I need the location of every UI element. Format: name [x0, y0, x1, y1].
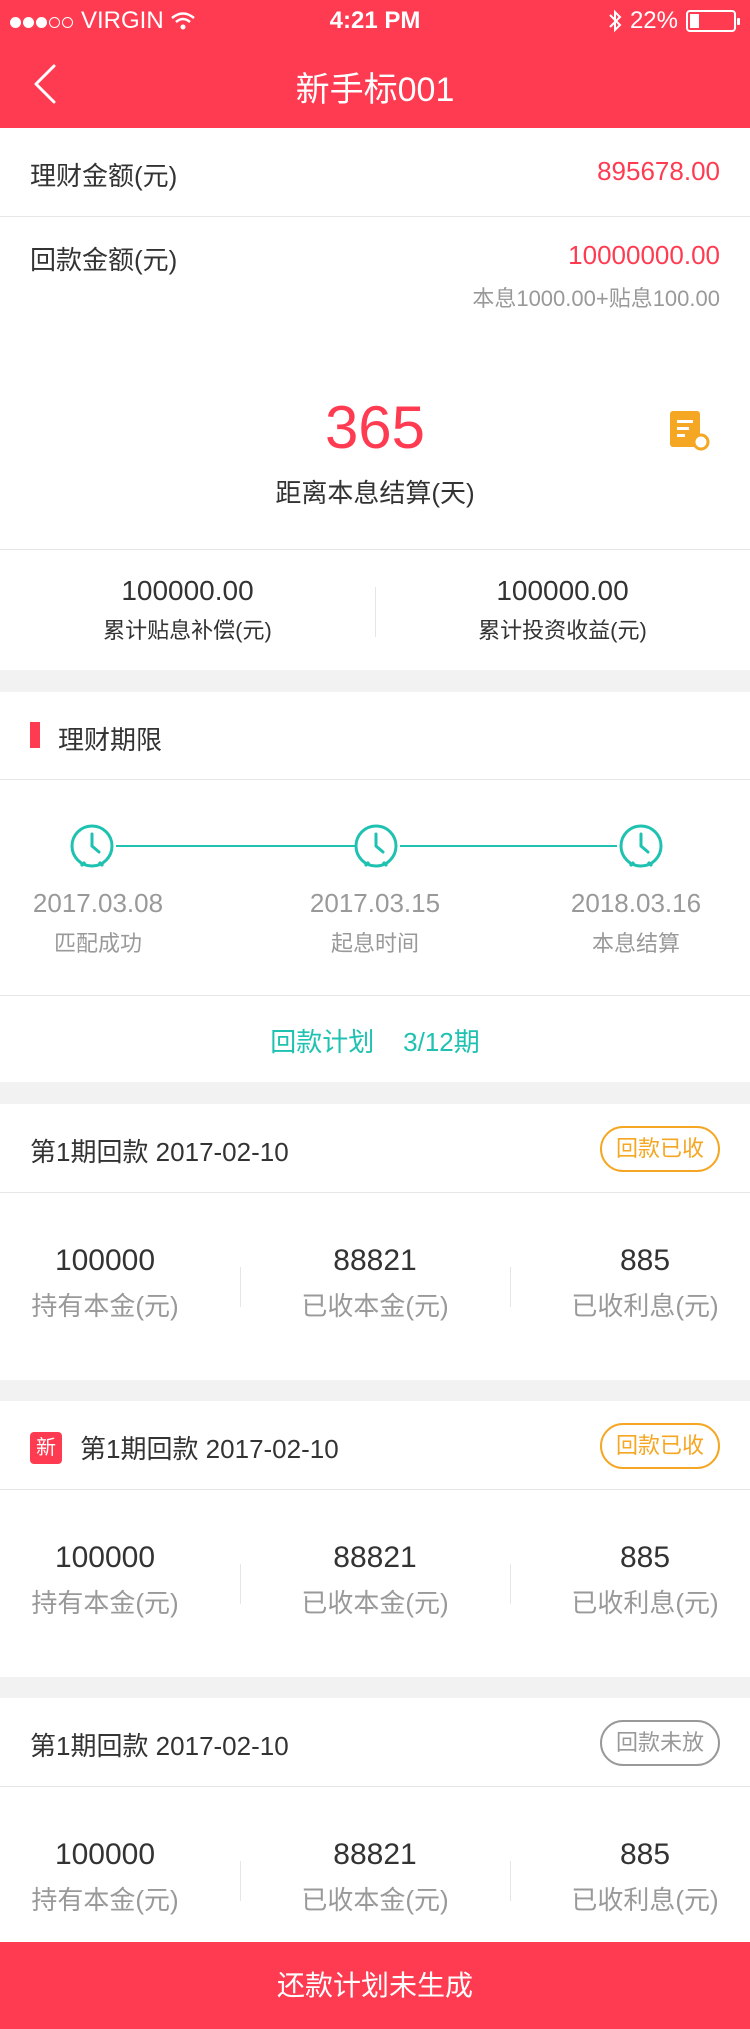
battery-percent: 22%: [629, 7, 678, 34]
repayment-card: 新 第1期回款 2017-02-10 回款已收 100000 持有本金(元) 8…: [0, 1401, 750, 1677]
principal-received-label: 已收本金(元): [301, 1291, 449, 1321]
step-label: 起息时间: [330, 931, 419, 956]
status-badge: 回款已收: [600, 1126, 720, 1172]
return-amount-label: 回款金额(元): [30, 245, 178, 275]
bluetooth-icon: [609, 9, 622, 33]
card-title-text: 第1期回款 2017-02-10: [80, 1434, 339, 1464]
term-section: 理财期限 2017.03.08 匹配成功 2017.03.15 起息时间 201…: [0, 692, 750, 1082]
divider: [0, 549, 750, 550]
card-title: 第1期回款 2017-02-10: [30, 1726, 289, 1763]
divider: [0, 995, 750, 996]
page-title: 新手标001: [295, 71, 455, 109]
battery-icon: [686, 10, 740, 32]
step-date: 2017.03.15: [309, 888, 441, 918]
top-bar: VIRGIN 4:21 PM 22% 新手标001: [0, 0, 750, 128]
step-date: 2018.03.16: [570, 888, 702, 918]
principal-received-value: 88821: [333, 1541, 417, 1574]
interest-received-label: 已收利息(元): [571, 1885, 719, 1915]
new-badge: 新: [30, 1431, 62, 1464]
divider: [0, 779, 750, 780]
card-title: 第1期回款 2017-02-10: [30, 1132, 289, 1169]
card-column: 88821 已收本金(元): [250, 1541, 500, 1620]
divider: [510, 1564, 511, 1604]
divider: [240, 1564, 241, 1604]
divider: [0, 1786, 750, 1787]
repayment-plan-link[interactable]: 回款计划 3/12期: [0, 1022, 750, 1059]
divider: [510, 1267, 511, 1307]
divider: [240, 1267, 241, 1307]
stat-compensation-value: 100000.00: [121, 575, 254, 606]
stat-compensation-label: 累计贴息补偿(元): [103, 618, 272, 643]
stat-earnings: 100000.00 累计投资收益(元): [375, 575, 750, 645]
stat-earnings-label: 累计投资收益(元): [478, 618, 647, 643]
repayment-plan-progress: 3/12期: [403, 1027, 480, 1057]
repayment-card: 第1期回款 2017-02-10 回款已收 100000 持有本金(元) 888…: [0, 1104, 750, 1380]
document-icon[interactable]: [668, 409, 710, 451]
clock-icon: [619, 824, 663, 868]
step-label: 匹配成功: [53, 931, 142, 956]
step-date: 2017.03.08: [32, 888, 164, 918]
interest-received-value: 885: [619, 1541, 671, 1574]
divider: [0, 216, 750, 217]
card-column: 88821 已收本金(元): [250, 1838, 500, 1917]
status-badge: 回款未放: [600, 1720, 720, 1766]
principal-received-label: 已收本金(元): [301, 1588, 449, 1618]
status-bar: VIRGIN 4:21 PM 22%: [0, 0, 750, 40]
divider: [510, 1861, 511, 1901]
interest-received-label: 已收利息(元): [571, 1588, 719, 1618]
card-title-text: 第1期回款 2017-02-10: [30, 1731, 289, 1761]
return-amount-value: 10000000.00: [568, 240, 720, 270]
interest-received-label: 已收利息(元): [571, 1291, 719, 1321]
countdown-section: 365 距离本息结算(天) 100000.00 累计贴息补偿(元) 100000…: [0, 347, 750, 670]
nav-bar: 新手标001: [0, 40, 750, 128]
section-marker: [30, 722, 40, 748]
timeline-connector: [400, 845, 617, 847]
return-amount-detail: 本息1000.00+贴息100.00: [472, 286, 720, 311]
clock-icon: [70, 824, 114, 868]
principal-received-value: 88821: [333, 1244, 417, 1277]
divider: [0, 1192, 750, 1193]
divider: [240, 1861, 241, 1901]
card-title: 新 第1期回款 2017-02-10: [30, 1429, 339, 1466]
timeline-connector: [116, 845, 356, 847]
invest-amount-value: 895678.00: [597, 156, 720, 186]
clock-icon: [354, 824, 398, 868]
status-right: 22%: [608, 7, 740, 35]
stat-earnings-value: 100000.00: [496, 575, 629, 606]
status-badge: 回款已收: [600, 1423, 720, 1469]
invest-amount-label: 理财金额(元): [30, 161, 178, 191]
interest-received-value: 885: [619, 1244, 671, 1277]
principal-received-value: 88821: [333, 1838, 417, 1871]
principal-held-label: 持有本金(元): [31, 1885, 179, 1915]
step-label: 本息结算: [591, 931, 680, 956]
stat-compensation: 100000.00 累计贴息补偿(元): [0, 575, 375, 645]
term-title: 理财期限: [58, 725, 163, 755]
card-column: 88821 已收本金(元): [250, 1244, 500, 1323]
interest-received-value: 885: [619, 1838, 671, 1871]
repayment-plan-button[interactable]: 还款计划未生成: [0, 1942, 750, 2029]
card-column: 100000 持有本金(元): [0, 1244, 230, 1323]
card-column: 100000 持有本金(元): [0, 1541, 230, 1620]
repayment-card: 第1期回款 2017-02-10 回款未放 100000 持有本金(元) 888…: [0, 1698, 750, 1974]
card-column: 885 已收利息(元): [520, 1838, 750, 1917]
principal-held-value: 100000: [54, 1541, 156, 1574]
days-remaining: 365: [324, 394, 426, 461]
divider: [0, 1489, 750, 1490]
principal-held-label: 持有本金(元): [31, 1291, 179, 1321]
principal-held-value: 100000: [54, 1838, 156, 1871]
card-title-text: 第1期回款 2017-02-10: [30, 1137, 289, 1167]
principal-received-label: 已收本金(元): [301, 1885, 449, 1915]
card-column: 885 已收利息(元): [520, 1244, 750, 1323]
card-column: 885 已收利息(元): [520, 1541, 750, 1620]
principal-held-label: 持有本金(元): [31, 1588, 179, 1618]
repayment-plan-label: 回款计划: [270, 1027, 375, 1057]
days-remaining-label: 距离本息结算(天): [275, 478, 475, 508]
principal-held-value: 100000: [54, 1244, 156, 1277]
card-column: 100000 持有本金(元): [0, 1838, 230, 1917]
